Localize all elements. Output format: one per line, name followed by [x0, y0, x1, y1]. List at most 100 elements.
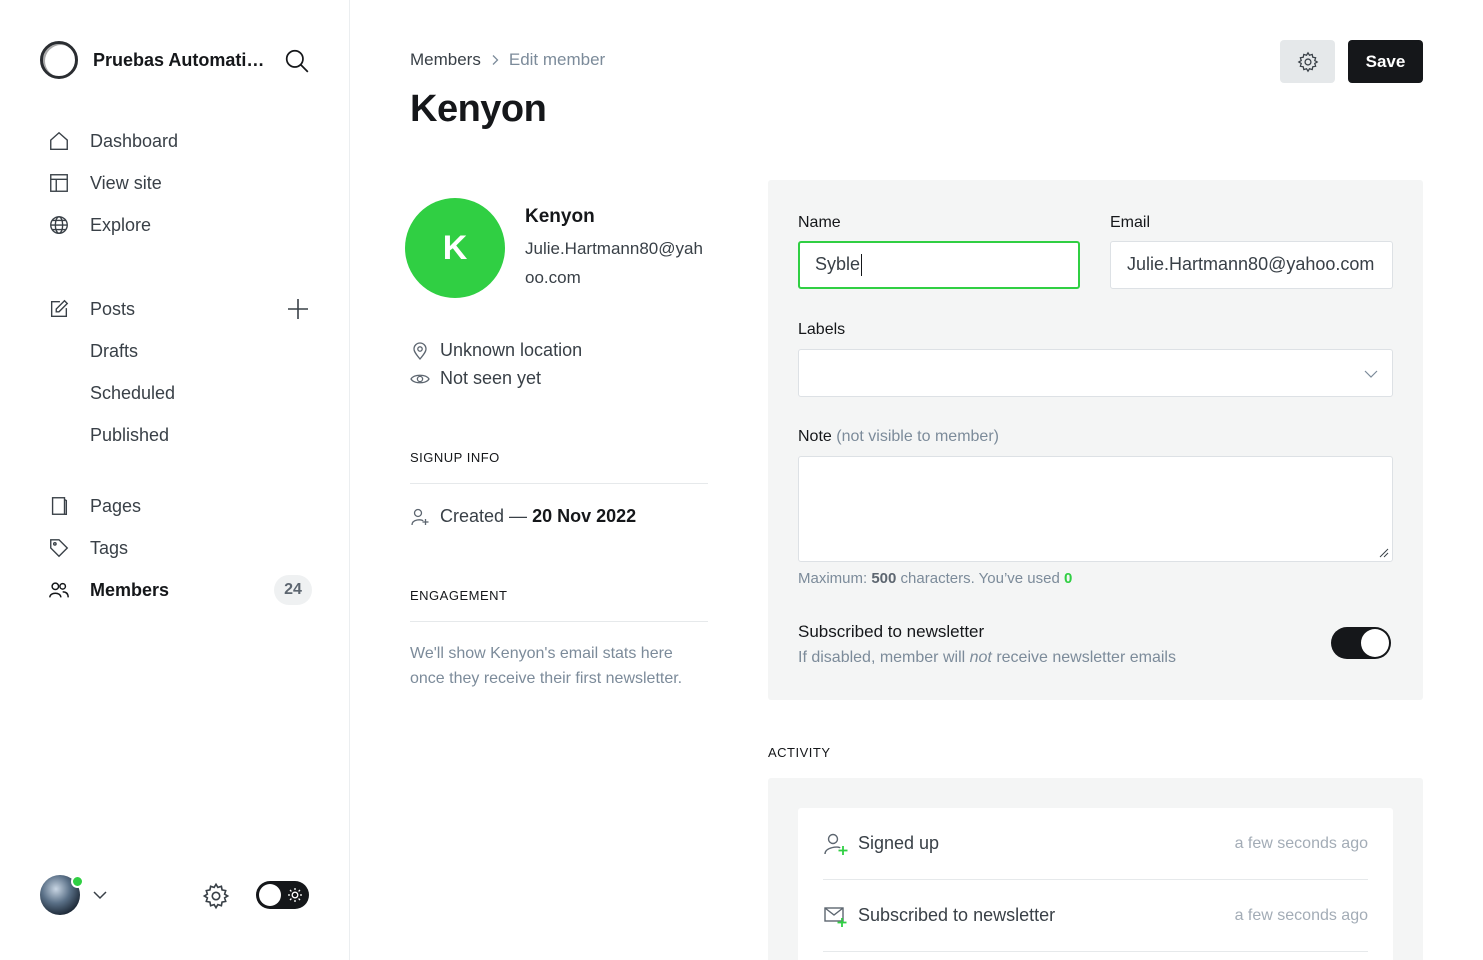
add-post-icon[interactable]: [286, 297, 310, 321]
members-count-badge: 24: [274, 575, 312, 605]
newsletter-toggle[interactable]: [1331, 627, 1391, 659]
last-seen-text: Not seen yet: [440, 368, 542, 388]
created-row: Created — 20 Nov 2022: [410, 506, 636, 527]
note-textarea[interactable]: [798, 456, 1393, 562]
engagement-text: We'll show Kenyon's email stats here onc…: [410, 645, 683, 687]
sidebar-item-label: Tags: [90, 537, 129, 558]
search-icon[interactable]: [284, 48, 310, 74]
text-caret: [861, 254, 863, 277]
dark-mode-toggle[interactable]: [256, 881, 309, 909]
activity-list: Signed up a few seconds ago Subscribed t…: [798, 808, 1393, 960]
sidebar-item-label: Members: [90, 579, 170, 600]
sidebar-item-label: Pages: [90, 495, 142, 516]
email-label: Email: [1110, 214, 1151, 231]
sidebar-item-posts[interactable]: Posts: [40, 288, 312, 330]
site-name: Pruebas Automatizadas: [93, 49, 265, 70]
nl-sub-b: receive newsletter emails: [996, 649, 1176, 666]
user-add-icon: [411, 508, 429, 525]
save-button[interactable]: Save: [1348, 40, 1423, 83]
member-location: Unknown location: [410, 340, 582, 361]
name-value: Syble: [815, 254, 861, 274]
member-email: Julie.Hartmann80@yahoo.com: [525, 239, 703, 287]
toggle-knob: [1361, 629, 1389, 657]
labels-select[interactable]: [798, 349, 1393, 397]
nl-sub-em: not: [969, 649, 992, 666]
sidebar-item-label: Explore: [90, 214, 152, 235]
activity-heading: ACTIVITY: [768, 745, 831, 760]
sidebar-item-pages[interactable]: Pages: [40, 485, 312, 527]
chevron-down-icon: [1364, 370, 1378, 378]
nav-site: Pages Tags Members 24: [40, 485, 312, 611]
sidebar-item-tags[interactable]: Tags: [40, 527, 312, 569]
note-label: Note (not visible to member): [798, 428, 999, 446]
sidebar-item-scheduled[interactable]: Scheduled: [40, 372, 312, 414]
name-label: Name: [798, 214, 841, 231]
toggle-knob: [259, 884, 281, 906]
settings-gear-icon[interactable]: [202, 882, 230, 910]
breadcrumb: Members Edit member: [410, 50, 605, 70]
activity-text: Signed up: [858, 833, 940, 853]
activity-item: Signed up a few seconds ago: [823, 808, 1368, 880]
created-date: 20 Nov 2022: [532, 506, 637, 526]
labels-label: Labels: [798, 321, 846, 338]
breadcrumb-members-link[interactable]: Members: [410, 50, 481, 70]
sidebar-item-members[interactable]: Members 24: [40, 569, 312, 611]
sun-icon: [288, 888, 302, 902]
email-value: Julie.Hartmann80@yahoo.com: [1127, 254, 1375, 274]
page-title: Kenyon: [410, 88, 547, 130]
sidebar-item-published[interactable]: Published: [40, 414, 312, 456]
member-avatar: K: [405, 198, 505, 298]
sidebar-item-label: View site: [90, 172, 162, 193]
sidebar-item-drafts[interactable]: Drafts: [40, 330, 312, 372]
activity-panel: Signed up a few seconds ago Subscribed t…: [768, 778, 1423, 960]
tag-icon: [50, 539, 69, 558]
sidebar-item-label: Published: [90, 424, 170, 445]
hint-max: 500: [871, 570, 897, 587]
hint-prefix: Maximum:: [798, 570, 868, 587]
member-last-seen: Not seen yet: [410, 368, 541, 389]
pages-icon: [51, 497, 68, 515]
sidebar-item-label: Dashboard: [90, 130, 179, 151]
sidebar-footer: [40, 872, 310, 918]
note-char-hint: Maximum: 500 characters. You’ve used 0: [798, 570, 1072, 587]
note-label-text: Note: [798, 428, 832, 445]
name-input[interactable]: Syble: [798, 241, 1080, 289]
newsletter-title: Subscribed to newsletter: [798, 622, 985, 641]
members-icon: [49, 582, 69, 598]
engagement-heading: ENGAGEMENT: [410, 588, 708, 622]
signup-info-heading: SIGNUP INFO: [410, 450, 708, 484]
globe-icon: [50, 216, 68, 234]
site-logo: [40, 41, 78, 79]
home-icon: [50, 131, 68, 150]
nav-content: Posts Drafts Scheduled Published: [40, 288, 312, 456]
member-settings-button[interactable]: [1280, 40, 1335, 83]
email-input[interactable]: Julie.Hartmann80@yahoo.com: [1110, 241, 1393, 289]
member-name: Kenyon: [525, 206, 595, 227]
activity-time: a few seconds ago: [1234, 906, 1368, 924]
user-add-icon: [824, 833, 848, 855]
chevron-down-icon[interactable]: [92, 887, 108, 903]
layout-icon: [50, 174, 68, 192]
nl-sub-a: If disabled, member will: [798, 649, 966, 666]
chevron-right-icon: [492, 55, 499, 65]
newsletter-subtitle: If disabled, member will not receive new…: [798, 649, 1176, 667]
sidebar-item-label: Posts: [90, 298, 136, 319]
activity-text: Subscribed to newsletter: [858, 905, 1056, 925]
online-status-dot: [71, 875, 84, 888]
mail-add-icon: [824, 906, 847, 927]
hint-used: 0: [1064, 570, 1073, 587]
hint-mid: characters. You’ve used: [900, 570, 1060, 587]
edit-icon: [50, 299, 69, 318]
brand[interactable]: Pruebas Automatizadas: [40, 40, 310, 80]
sidebar-item-explore[interactable]: Explore: [40, 204, 312, 246]
resize-handle-icon[interactable]: [1379, 548, 1389, 558]
note-label-muted: (not visible to member): [836, 428, 999, 445]
gear-icon: [1297, 51, 1318, 72]
member-form: Name Syble Email Julie.Hartmann80@yahoo.…: [768, 180, 1423, 700]
sidebar-item-view-site[interactable]: View site: [40, 162, 312, 204]
location-pin-icon: [413, 341, 427, 360]
sidebar-item-dashboard[interactable]: Dashboard: [40, 120, 312, 162]
eye-icon: [410, 374, 430, 383]
breadcrumb-current: Edit member: [508, 50, 606, 69]
sidebar-item-label: Drafts: [90, 340, 139, 361]
